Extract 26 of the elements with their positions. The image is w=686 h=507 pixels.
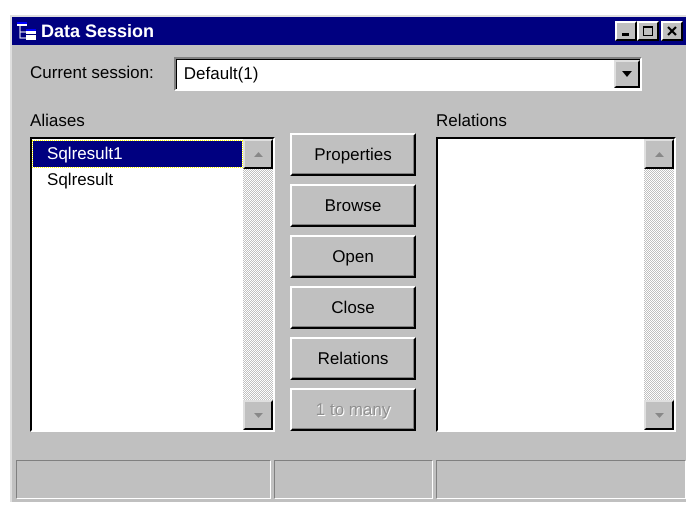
session-dropdown[interactable]: Default(1) [174, 57, 642, 91]
alias-item[interactable]: Sqlresult1 [33, 141, 242, 167]
minimize-button[interactable] [615, 21, 637, 41]
action-button[interactable]: Browse [290, 184, 416, 227]
tree-icon [16, 21, 38, 41]
relations-label: Relations [436, 111, 508, 132]
scroll-up-icon [654, 152, 664, 156]
action-button[interactable]: Relations [290, 337, 416, 380]
window-title: Data Session [41, 20, 156, 42]
close-icon [666, 25, 678, 37]
maximize-icon [642, 25, 654, 37]
scroll-up-icon [254, 152, 262, 156]
aliases-label: Aliases [30, 111, 86, 132]
minimize-icon [622, 33, 628, 36]
scroll-down-icon [654, 412, 664, 418]
dropdown-arrow-icon [622, 71, 632, 77]
action-button[interactable]: Properties [290, 133, 416, 176]
scrollbar[interactable] [644, 139, 674, 430]
scrollbar[interactable] [243, 139, 273, 430]
alias-item[interactable]: Sqlresult [33, 167, 242, 193]
session-label: Current session: [30, 63, 154, 84]
scroll-down-icon [254, 412, 262, 418]
action-button[interactable]: Close [290, 286, 416, 329]
action-button[interactable]: Open [290, 235, 416, 278]
maximize-button[interactable] [637, 21, 659, 41]
close-button[interactable] [661, 21, 683, 41]
